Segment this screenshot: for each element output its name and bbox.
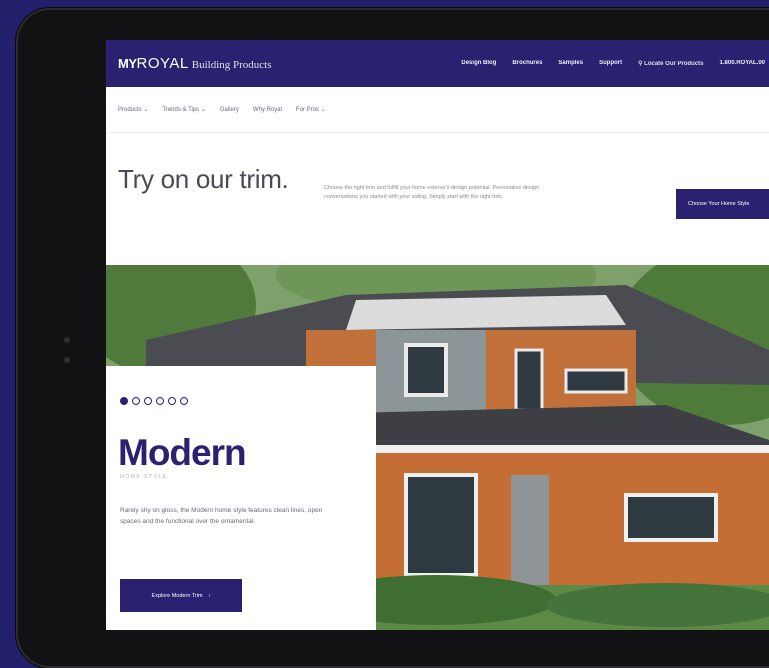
subnav-trends-label: Trends & Tips bbox=[162, 107, 200, 113]
nav-support[interactable]: Support bbox=[599, 60, 622, 67]
subnav-gallery[interactable]: Gallery bbox=[220, 107, 239, 113]
style-subtitle: HOME STYLE bbox=[120, 474, 168, 480]
subnav-why-royal[interactable]: Why Royal bbox=[253, 107, 282, 113]
arrow-right-icon: › bbox=[208, 592, 211, 599]
nav-locate-products[interactable]: ⚲ Locate Our Products bbox=[638, 60, 703, 67]
intro-text: Choose the right trim and fulfill your h… bbox=[324, 185, 540, 200]
website-screen: MY ROYAL Building Products Design Blog B… bbox=[106, 40, 769, 630]
nav-brochures[interactable]: Brochures bbox=[512, 60, 542, 67]
style-description: Rarely shy on gloss, the Modern home sty… bbox=[120, 507, 323, 525]
chevron-down-icon: ⌄ bbox=[200, 107, 206, 113]
nav-phone[interactable]: 1.800.ROYAL.00 bbox=[720, 60, 765, 67]
sensor-dot bbox=[64, 357, 70, 363]
slide-dot[interactable] bbox=[168, 397, 176, 405]
camera-dot bbox=[64, 337, 70, 343]
logo-name: ROYAL bbox=[136, 55, 189, 72]
page-heading: Try on our trim. bbox=[118, 164, 289, 194]
nav-design-blog[interactable]: Design Blog bbox=[461, 60, 496, 67]
top-bar: MY ROYAL Building Products Design Blog B… bbox=[106, 40, 769, 87]
royal-logo[interactable]: MY ROYAL Building Products bbox=[118, 55, 272, 72]
nav-samples[interactable]: Samples bbox=[558, 60, 583, 67]
style-card: Modern HOME STYLE Rarely shy on gloss, t… bbox=[106, 366, 376, 630]
slide-dot[interactable] bbox=[144, 397, 152, 405]
nav-locate-label: Locate Our Products bbox=[644, 61, 704, 67]
intro-section: Try on our trim. Choose the right trim a… bbox=[106, 133, 769, 225]
logo-mark: MY bbox=[118, 56, 137, 71]
subnav-for-pros-label: For Pros bbox=[295, 107, 319, 113]
choose-style-button[interactable]: Choose Your Home Style bbox=[676, 189, 769, 219]
slide-dot[interactable] bbox=[180, 397, 188, 405]
slide-dot[interactable] bbox=[156, 397, 164, 405]
slide-dots bbox=[120, 397, 188, 405]
hero-banner: Modern HOME STYLE Rarely shy on gloss, t… bbox=[106, 265, 769, 630]
chevron-down-icon: ⌄ bbox=[143, 107, 149, 113]
chevron-down-icon: ⌄ bbox=[320, 107, 326, 113]
explore-trim-label: Explore Modern Trim bbox=[151, 592, 203, 599]
subnav-products-label: Products bbox=[118, 107, 142, 113]
sub-nav: Products ⌄ Trends & Tips ⌄ Gallery Why R… bbox=[106, 87, 769, 133]
top-nav: Design Blog Brochures Samples Support ⚲ … bbox=[461, 60, 769, 67]
slide-dot[interactable] bbox=[120, 397, 128, 405]
explore-trim-button[interactable]: Explore Modern Trim › bbox=[120, 579, 242, 612]
subnav-for-pros[interactable]: For Pros ⌄ bbox=[296, 106, 326, 113]
slide-dot[interactable] bbox=[132, 397, 140, 405]
logo-tagline: Building Products bbox=[191, 59, 272, 71]
subnav-products[interactable]: Products ⌄ bbox=[118, 106, 148, 113]
style-title: Modern bbox=[118, 432, 247, 473]
subnav-trends[interactable]: Trends & Tips ⌄ bbox=[162, 106, 206, 113]
